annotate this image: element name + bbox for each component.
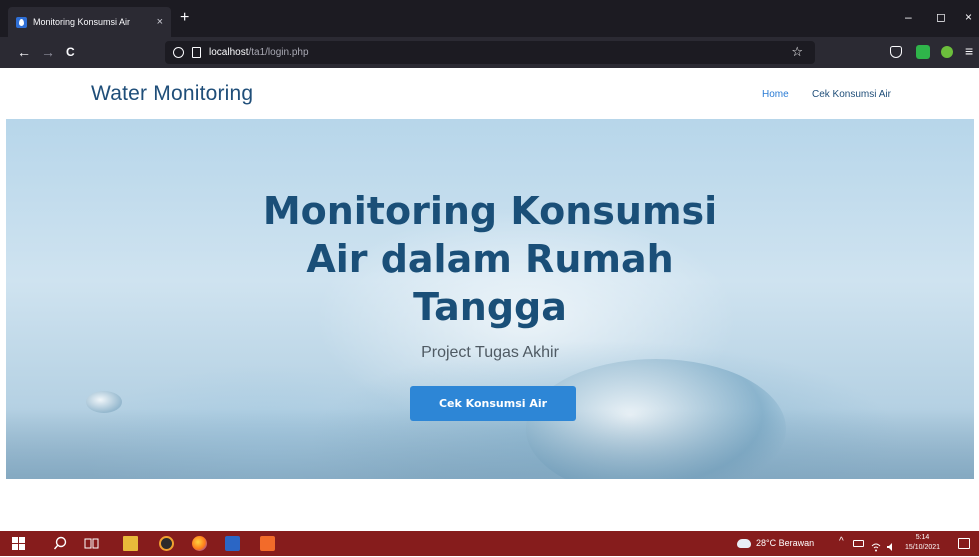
- obs-app-icon[interactable]: [159, 536, 174, 551]
- task-view-icon[interactable]: [84, 536, 99, 551]
- file-explorer-icon[interactable]: [123, 536, 138, 551]
- address-bar[interactable]: localhost/ta1/login.php ☆: [165, 41, 815, 64]
- hero-title-line: Air dalam Rumah: [306, 237, 674, 281]
- bookmark-star-icon[interactable]: ☆: [791, 44, 803, 60]
- page-info-icon[interactable]: [192, 47, 201, 58]
- hero-title-line: Tangga: [413, 285, 567, 329]
- clock-time: 5:14: [915, 534, 930, 541]
- firefox-icon[interactable]: [192, 536, 207, 551]
- volume-icon[interactable]: [886, 539, 896, 551]
- new-tab-button[interactable]: +: [180, 9, 189, 27]
- hero-title-line: Monitoring Konsumsi: [262, 189, 718, 233]
- xampp-icon[interactable]: [260, 536, 275, 551]
- nav-link-home[interactable]: Home: [762, 89, 789, 100]
- url-text[interactable]: localhost/ta1/login.php: [209, 47, 309, 58]
- notification-icon[interactable]: [958, 538, 970, 549]
- browser-tab-strip: Monitoring Konsumsi Air × + – ◻ ×: [0, 0, 979, 37]
- search-icon[interactable]: [53, 536, 68, 551]
- hero-title: Monitoring Konsumsi Air dalam Rumah Tang…: [6, 187, 974, 331]
- reload-icon[interactable]: C: [66, 43, 75, 61]
- restore-icon[interactable]: ◻: [936, 10, 946, 24]
- windows-taskbar: 28°C Berawan ^ 5:14 15/10/2021: [0, 531, 979, 556]
- wifi-icon[interactable]: [871, 539, 881, 552]
- browser-navigation-bar: ← → C localhost/ta1/login.php ☆ ≡: [0, 37, 979, 68]
- url-path: /ta1/login.php: [248, 47, 309, 58]
- hero-section: Monitoring Konsumsi Air dalam Rumah Tang…: [6, 119, 974, 479]
- minimize-icon[interactable]: –: [905, 10, 912, 24]
- windows-start-icon[interactable]: [12, 537, 25, 550]
- cek-konsumsi-air-button[interactable]: Cek Konsumsi Air: [410, 386, 576, 421]
- nav-link-cek-konsumsi-air[interactable]: Cek Konsumsi Air: [812, 89, 891, 100]
- tab-close-icon[interactable]: ×: [157, 16, 163, 28]
- water-drop-favicon-icon: [16, 16, 27, 28]
- browser-tab[interactable]: Monitoring Konsumsi Air ×: [8, 7, 171, 37]
- clock-date: 15/10/2021: [905, 544, 941, 551]
- hero-subtitle: Project Tugas Akhir: [421, 344, 559, 361]
- word-icon[interactable]: [225, 536, 240, 551]
- battery-icon[interactable]: [853, 540, 864, 547]
- extension-puzzle-icon[interactable]: [941, 46, 953, 58]
- menu-icon[interactable]: ≡: [965, 42, 973, 60]
- weather-text[interactable]: 28°C Berawan: [756, 538, 814, 548]
- back-icon[interactable]: ←: [17, 43, 31, 61]
- extension-green-icon[interactable]: [916, 45, 930, 59]
- site-header: Water Monitoring Home Cek Konsumsi Air: [0, 68, 979, 119]
- pocket-icon[interactable]: [890, 46, 902, 58]
- system-clock[interactable]: 5:14 15/10/2021: [905, 533, 940, 553]
- url-host: localhost: [209, 47, 249, 58]
- tray-chevron-icon[interactable]: ^: [839, 536, 844, 547]
- forward-icon[interactable]: →: [41, 43, 55, 61]
- tab-title: Monitoring Konsumsi Air: [33, 17, 131, 27]
- close-window-icon[interactable]: ×: [965, 10, 972, 24]
- site-brand[interactable]: Water Monitoring: [91, 82, 253, 106]
- weather-cloud-icon[interactable]: [737, 539, 751, 548]
- tracking-protection-icon[interactable]: [173, 47, 184, 58]
